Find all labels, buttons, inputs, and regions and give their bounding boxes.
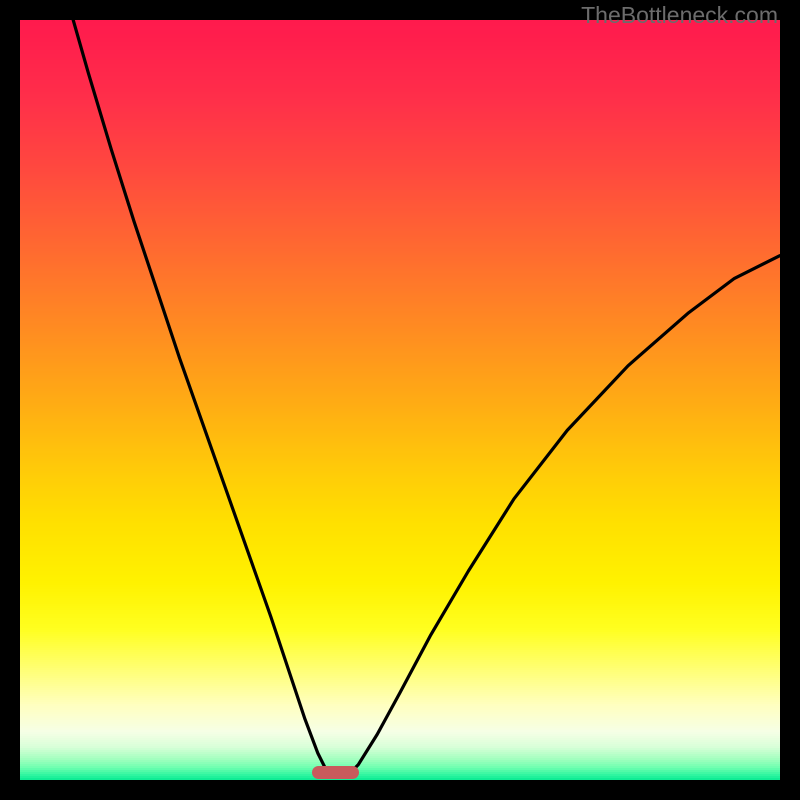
- minimum-marker: [312, 766, 359, 779]
- chart-frame: TheBottleneck.com: [0, 0, 800, 800]
- plot-area: [20, 20, 780, 780]
- watermark-text: TheBottleneck.com: [581, 2, 778, 29]
